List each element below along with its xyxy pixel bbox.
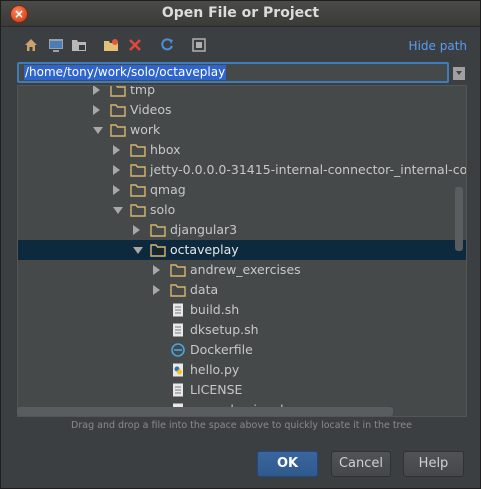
file-tree[interactable]: tmp Videos work hbox jetty-0.0.0.0-31415-int… <box>17 85 467 417</box>
dialog-title: Open File or Project <box>161 5 320 21</box>
tree-row[interactable]: djangular3 <box>18 220 466 240</box>
home-button[interactable] <box>21 35 41 55</box>
collapsed-arrow-icon[interactable] <box>113 185 120 195</box>
cancel-button[interactable]: Cancel <box>331 451 391 477</box>
tree-row-label: dksetup.sh <box>190 322 259 337</box>
new-folder-button[interactable] <box>101 35 121 55</box>
folder-icon <box>170 283 186 297</box>
collapsed-arrow-icon[interactable] <box>153 265 160 275</box>
tree-row[interactable]: Videos <box>18 100 466 120</box>
tree-row-label: hbox <box>150 142 181 157</box>
collapsed-arrow-icon[interactable] <box>93 86 100 95</box>
project-button[interactable] <box>69 35 89 55</box>
file-icon <box>170 383 186 397</box>
collapsed-arrow-icon[interactable] <box>153 285 160 295</box>
tree-row[interactable]: jetty-0.0.0.0-31415-internal-connector-_… <box>18 160 467 180</box>
tree-row-label: tmp <box>130 85 156 97</box>
tree-row-label: hello.py <box>190 362 240 377</box>
tree-row[interactable]: octaveplay <box>18 240 466 260</box>
expanded-arrow-icon[interactable] <box>113 207 123 214</box>
folder-icon <box>130 143 146 157</box>
folder-icon <box>110 103 126 117</box>
desktop-button[interactable] <box>46 35 66 55</box>
tree-horizontal-scrollbar[interactable] <box>17 407 393 416</box>
project-icon <box>72 40 86 51</box>
refresh-icon <box>161 38 173 51</box>
show-hidden-button[interactable] <box>189 35 209 55</box>
tree-row-label: build.sh <box>190 302 240 317</box>
python-icon <box>170 363 186 377</box>
folder-icon <box>110 86 126 97</box>
tree-row[interactable]: work <box>18 120 466 140</box>
folder-icon <box>110 123 126 137</box>
docker-icon <box>170 343 186 357</box>
tree-row-label: solo <box>150 202 176 217</box>
expanded-arrow-icon[interactable] <box>133 247 143 254</box>
tree-row-label: LICENSE <box>190 382 243 397</box>
tree-row-label: data <box>190 282 219 297</box>
new-folder-icon <box>104 39 118 51</box>
collapsed-arrow-icon[interactable] <box>93 105 100 115</box>
tree-row-label: octaveplay <box>170 242 239 257</box>
delete-icon <box>129 39 141 51</box>
tree-row[interactable]: build.sh <box>18 300 466 320</box>
folder-icon <box>130 203 146 217</box>
title-bar: × Open File or Project <box>1 1 480 27</box>
tree-row[interactable]: data <box>18 280 466 300</box>
tree-row[interactable]: hbox <box>18 140 466 160</box>
file-icon <box>170 323 186 337</box>
project-folder-icon <box>150 243 166 257</box>
folder-icon <box>150 223 166 237</box>
tree-row-label: andrew_exercises <box>190 262 301 277</box>
path-input[interactable]: /home/tony/work/solo/octaveplay <box>17 62 449 83</box>
collapsed-arrow-icon[interactable] <box>133 225 140 235</box>
tree-vertical-scrollbar[interactable] <box>455 187 463 251</box>
tree-row[interactable]: hello.py <box>18 360 466 380</box>
tree-row[interactable]: qmag <box>18 180 466 200</box>
tree-row-label: Videos <box>130 102 172 117</box>
refresh-button[interactable] <box>157 35 177 55</box>
tree-row[interactable]: LICENSE <box>18 380 466 400</box>
tree-row-label: djangular3 <box>170 222 238 237</box>
help-button[interactable]: Help <box>403 451 464 477</box>
ok-button[interactable]: OK <box>257 451 318 477</box>
tree-row[interactable]: dksetup.sh <box>18 320 466 340</box>
tree-row-label: Dockerfile <box>190 342 253 357</box>
delete-button[interactable] <box>125 35 145 55</box>
home-icon <box>25 39 37 51</box>
expanded-arrow-icon[interactable] <box>93 127 103 134</box>
tree-row-label: jetty-0.0.0.0-31415-internal-connector-_… <box>150 162 467 177</box>
hide-path-link[interactable]: Hide path <box>409 39 467 53</box>
open-file-dialog: × Open File or Project Hide path /home/t… <box>0 0 481 489</box>
tree-row[interactable]: solo <box>18 200 466 220</box>
collapsed-arrow-icon[interactable] <box>113 165 120 175</box>
file-icon <box>170 303 186 317</box>
show-hidden-icon <box>192 38 206 52</box>
tree-row-label: work <box>130 122 161 137</box>
toolbar: Hide path <box>17 35 467 57</box>
folder-icon <box>170 263 186 277</box>
folder-icon <box>130 183 146 197</box>
history-icon <box>453 67 465 80</box>
drag-drop-hint: Drag and drop a file into the space abov… <box>71 420 412 431</box>
tree-row[interactable]: andrew_exercises <box>18 260 466 280</box>
tree-row[interactable]: tmp <box>18 85 466 100</box>
folder-icon <box>130 163 146 177</box>
collapsed-arrow-icon[interactable] <box>113 145 120 155</box>
tree-row[interactable]: Dockerfile <box>18 340 466 360</box>
path-history-button[interactable] <box>452 64 466 82</box>
path-value: /home/tony/work/solo/octaveplay <box>24 65 227 80</box>
desktop-icon <box>49 39 63 52</box>
tree-row-label: qmag <box>150 182 186 197</box>
